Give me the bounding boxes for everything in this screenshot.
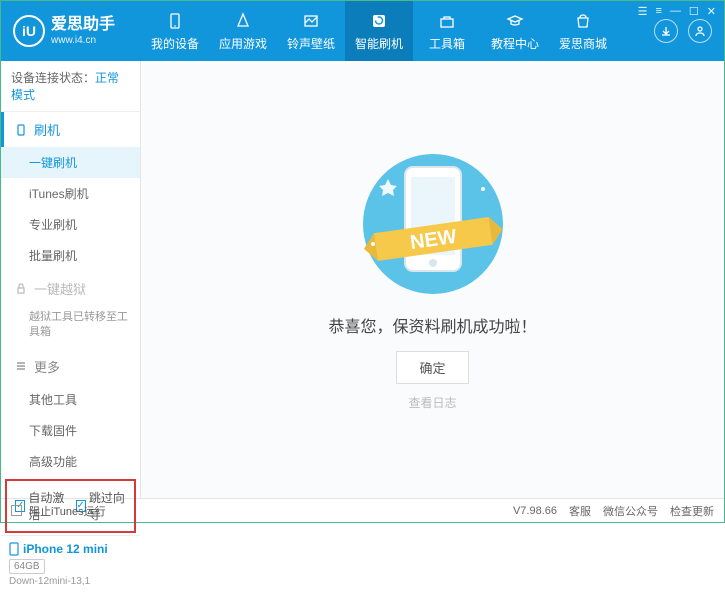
toolbox-icon: [437, 11, 457, 31]
logo-icon: iU: [13, 15, 45, 47]
store-icon: [573, 11, 593, 31]
nav-label: 我的设备: [151, 35, 199, 52]
update-link[interactable]: 检查更新: [670, 503, 714, 519]
sidebar-item-download-fw[interactable]: 下载固件: [1, 415, 140, 446]
service-link[interactable]: 客服: [569, 503, 591, 519]
nav-label: 工具箱: [429, 35, 465, 52]
connection-status: 设备连接状态：正常模式: [1, 61, 140, 112]
phone-icon: [165, 11, 185, 31]
block-itunes-checkbox[interactable]: 阻止iTunes运行: [11, 503, 106, 519]
sidebar-jailbreak-header: 一键越狱: [1, 271, 140, 306]
ok-button[interactable]: 确定: [396, 351, 468, 384]
download-button[interactable]: [654, 19, 678, 43]
version-label: V7.98.66: [513, 505, 557, 517]
logo-area: iU 爱思助手 www.i4.cn: [1, 1, 141, 61]
nav-store[interactable]: 爱思商城: [549, 1, 617, 61]
sidebar-item-othertools[interactable]: 其他工具: [1, 384, 140, 415]
user-button[interactable]: [688, 19, 712, 43]
settings-icon[interactable]: ≡: [655, 5, 661, 18]
app-header: ☰ ≡ ― ☐ ✕ iU 爱思助手 www.i4.cn 我的设备 应用游戏 铃声…: [1, 1, 724, 61]
nav-flash[interactable]: 智能刷机: [345, 1, 413, 61]
lock-icon: [14, 282, 28, 296]
wechat-link[interactable]: 微信公众号: [603, 503, 658, 519]
success-message: 恭喜您，保资料刷机成功啦！: [328, 313, 536, 337]
top-nav: 我的设备 应用游戏 铃声壁纸 智能刷机 工具箱 教程中心 爱思商城: [141, 1, 654, 61]
window-controls: ☰ ≡ ― ☐ ✕: [638, 5, 716, 18]
status-label: 设备连接状态：: [11, 71, 95, 85]
nav-my-device[interactable]: 我的设备: [141, 1, 209, 61]
device-storage: 64GB: [9, 559, 45, 574]
nav-toolbox[interactable]: 工具箱: [413, 1, 481, 61]
refresh-icon: [369, 11, 389, 31]
wallpaper-icon: [301, 11, 321, 31]
sidebar-flash-header[interactable]: 刷机: [1, 112, 140, 147]
app-url: www.i4.cn: [51, 35, 115, 47]
phone-icon: [14, 123, 28, 137]
nav-label: 应用游戏: [219, 35, 267, 52]
sidebar-more-header[interactable]: 更多: [1, 349, 140, 384]
sidebar: 设备连接状态：正常模式 刷机 一键刷机 iTunes刷机 专业刷机 批量刷机 一…: [1, 61, 141, 498]
view-log-link[interactable]: 查看日志: [408, 394, 456, 411]
sidebar-flash-title: 刷机: [34, 120, 60, 139]
app-title: 爱思助手: [51, 15, 115, 34]
sidebar-jailbreak-title: 一键越狱: [34, 279, 86, 298]
sidebar-item-advanced[interactable]: 高级功能: [1, 446, 140, 477]
minimize-icon[interactable]: ―: [670, 5, 681, 18]
sidebar-item-itunes[interactable]: iTunes刷机: [1, 178, 140, 209]
nav-apps[interactable]: 应用游戏: [209, 1, 277, 61]
success-illustration: NEW: [333, 149, 533, 299]
nav-label: 铃声壁纸: [287, 35, 335, 52]
device-name: iPhone 12 mini: [9, 542, 132, 556]
list-icon: [14, 359, 28, 373]
device-model: Down-12mini-13,1: [9, 576, 132, 587]
menu-icon[interactable]: ☰: [638, 5, 648, 18]
jailbreak-note: 越狱工具已转移至工具箱: [1, 306, 140, 349]
sidebar-item-oneclick[interactable]: 一键刷机: [1, 147, 140, 178]
nav-label: 教程中心: [491, 35, 539, 52]
sidebar-item-batch[interactable]: 批量刷机: [1, 240, 140, 271]
nav-label: 爱思商城: [559, 35, 607, 52]
main-content: NEW 恭喜您，保资料刷机成功啦！ 确定 查看日志: [141, 61, 724, 498]
maximize-icon[interactable]: ☐: [689, 5, 699, 18]
close-icon[interactable]: ✕: [707, 5, 716, 18]
sidebar-more-title: 更多: [34, 357, 60, 376]
graduation-icon: [505, 11, 525, 31]
sidebar-item-pro[interactable]: 专业刷机: [1, 209, 140, 240]
device-block[interactable]: iPhone 12 mini 64GB Down-12mini-13,1: [1, 535, 140, 593]
nav-tutorials[interactable]: 教程中心: [481, 1, 549, 61]
apps-icon: [233, 11, 253, 31]
block-itunes-label: 阻止iTunes运行: [29, 503, 106, 519]
phone-icon: [9, 542, 19, 556]
nav-ringtones[interactable]: 铃声壁纸: [277, 1, 345, 61]
checkbox-unchecked-icon: [11, 505, 22, 516]
nav-label: 智能刷机: [355, 35, 403, 52]
